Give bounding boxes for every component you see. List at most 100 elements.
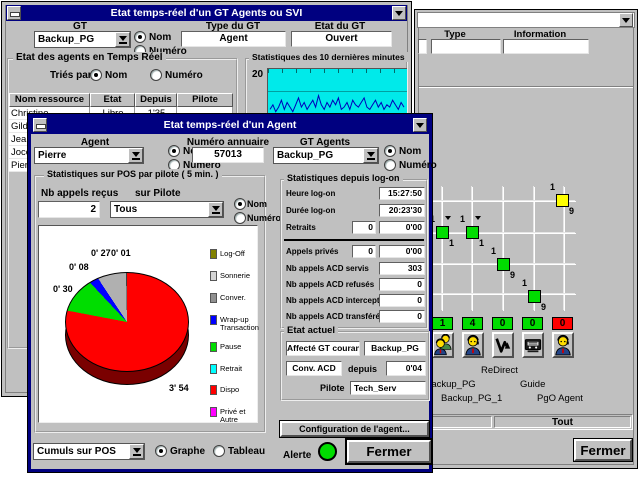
monitor-field-partial — [418, 39, 427, 54]
pilote-field: Tech_Serv — [350, 381, 426, 395]
agent-icon[interactable] — [462, 332, 484, 358]
logon-group-box: Heure log-on15:27:50Durée log-on20:23'30… — [280, 179, 428, 329]
tries-nom-label: Nom — [105, 70, 127, 81]
resource-name-label: ReDirect — [481, 365, 518, 376]
gt-agents-combo[interactable]: Backup_PG — [273, 147, 379, 164]
agent-fermer-button[interactable]: Fermer — [347, 440, 431, 463]
monitor-fermer-button[interactable]: Fermer — [574, 439, 632, 461]
depuis-label: depuis — [348, 364, 377, 374]
legend-swatch — [210, 249, 217, 259]
status-square — [466, 226, 479, 239]
pilote-numero-label: Numéro — [247, 213, 281, 223]
stat-value-field: 15:27:50 — [379, 187, 425, 200]
gt-nom-radio[interactable] — [134, 31, 146, 43]
legend-swatch — [210, 364, 217, 374]
monitor-minimize-button[interactable] — [619, 13, 633, 27]
pilote-numero-radio[interactable] — [234, 212, 246, 224]
pie-slice-label: 0' 30 — [53, 284, 73, 294]
stat-label: Durée log-on — [286, 206, 335, 215]
etat-courant-field: Conv. ACD — [286, 361, 342, 376]
etat-actuel-group-label: Etat actuel — [284, 325, 338, 336]
information-field — [503, 39, 589, 54]
agent-nom-radio[interactable] — [168, 145, 180, 157]
sur-pilote-combo-value: Tous — [114, 204, 137, 215]
agent-combo[interactable]: Pierre — [34, 147, 144, 164]
pos-group-label: Statistiques sur POS par pilote ( 5 min.… — [44, 169, 222, 179]
dropdown-arrow-icon[interactable] — [363, 148, 378, 163]
divider — [284, 239, 424, 241]
chart-midline — [268, 91, 407, 92]
agents-group-icon[interactable] — [432, 332, 454, 358]
gt-combo[interactable]: Backup_PG — [34, 31, 131, 48]
square-top-count: 1 — [550, 182, 555, 192]
graphe-radio[interactable] — [155, 445, 167, 457]
stat-count-field: 0 — [352, 245, 376, 258]
ten-minute-chart — [267, 68, 407, 114]
gt-agents-nom-radio[interactable] — [384, 145, 396, 157]
table-header-row: Nom ressourceEtatDepuisPilote — [9, 93, 235, 107]
affecte-gt-field: Affecté GT courant — [286, 341, 360, 356]
dropdown-arrow-icon[interactable] — [129, 444, 144, 459]
pie-chart-panel: 3' 540' 300' 080' 270' 01 Log-OffSonneri… — [38, 225, 258, 423]
announcement-cassette-icon[interactable] — [522, 332, 544, 358]
pilote-nom-radio[interactable] — [234, 198, 246, 210]
depuis-field: 0'04 — [386, 361, 426, 376]
alerte-label: Alerte — [283, 450, 311, 461]
minimize-button[interactable] — [392, 6, 406, 20]
pie-slice-label: 0' 01 — [111, 248, 131, 258]
square-top-count: 1 — [522, 278, 527, 288]
pie-slice-label: 0' 27 — [91, 248, 111, 258]
gt-agents-numero-radio[interactable] — [384, 159, 396, 171]
queue-count-box: 0 — [492, 317, 513, 330]
resource-name-label: PgO Agent — [537, 393, 583, 404]
nb-recus-label: Nb appels reçus — [41, 188, 118, 199]
stat-count-field: 0 — [352, 221, 376, 234]
affecte-gt-name-field: Backup_PG — [364, 341, 426, 356]
tries-par-label: Triés par — [50, 70, 92, 81]
sur-pilote-combo[interactable]: Tous — [110, 201, 224, 218]
cumuls-combo[interactable]: Cumuls sur POS — [33, 443, 145, 460]
dropdown-arrow-icon[interactable] — [128, 148, 143, 163]
agents-group-label: Etat des agents en Temps Réel — [13, 52, 166, 63]
dropdown-arrow-icon[interactable] — [115, 32, 130, 47]
tries-numero-radio[interactable] — [150, 69, 162, 81]
resource-name-label: Guide — [520, 379, 545, 390]
resource-name-label: Backup_PG_1 — [441, 393, 502, 404]
down-marker-icon — [475, 216, 481, 223]
configuration-button[interactable]: Configuration de l'agent... — [280, 421, 429, 437]
type-gt-field: Agent — [181, 31, 286, 47]
grid-line-vertical — [441, 186, 442, 310]
down-marker-icon — [445, 216, 451, 223]
desktop: { "colors":{"titlebar":"#000080","window… — [0, 0, 640, 480]
square-top-count: 1 — [460, 214, 465, 224]
gt-agents-nom-label: Nom — [399, 146, 421, 157]
gt-agents-combo-value: Backup_PG — [277, 150, 333, 161]
cumuls-combo-value: Cumuls sur POS — [37, 446, 116, 457]
agent-icon[interactable] — [552, 332, 574, 358]
agent-window-titlebar: Etat temps-réel d'un Agent — [31, 117, 429, 134]
tries-nom-radio[interactable] — [90, 69, 102, 81]
status-square — [528, 290, 541, 303]
legend-swatch — [210, 315, 217, 325]
legend-label: Retrait — [220, 365, 262, 373]
stat-value-field: 0 — [379, 310, 425, 323]
tableau-label: Tableau — [228, 446, 265, 457]
grid-line-vertical — [471, 186, 472, 310]
square-bottom-count: 9 — [569, 206, 574, 216]
stats10-group-label: Statistiques des 10 dernières minutes — [249, 52, 408, 62]
tableau-radio[interactable] — [213, 445, 225, 457]
square-bottom-count: 1 — [479, 238, 484, 248]
stat-label: Nb appels ACD servis — [286, 264, 369, 273]
queue-count-box: 1 — [432, 317, 453, 330]
etat-actuel-group-box: Affecté GT courant Backup_PG Conv. ACD d… — [280, 331, 430, 401]
legend-label: Wrap-up Transaction — [220, 316, 262, 332]
redirect-arrow-icon[interactable] — [492, 332, 514, 358]
legend-label: Pause — [220, 343, 262, 351]
gt-agents-numero-label: Numéro — [399, 160, 437, 171]
sur-pilote-label: sur Pilote — [135, 188, 181, 199]
agent-minimize-button[interactable] — [413, 118, 427, 132]
tries-numero-label: Numéro — [165, 70, 203, 81]
monitor-statusbar: Tout — [420, 414, 633, 430]
dropdown-arrow-icon[interactable] — [208, 202, 223, 217]
queue-count-box: 4 — [462, 317, 483, 330]
